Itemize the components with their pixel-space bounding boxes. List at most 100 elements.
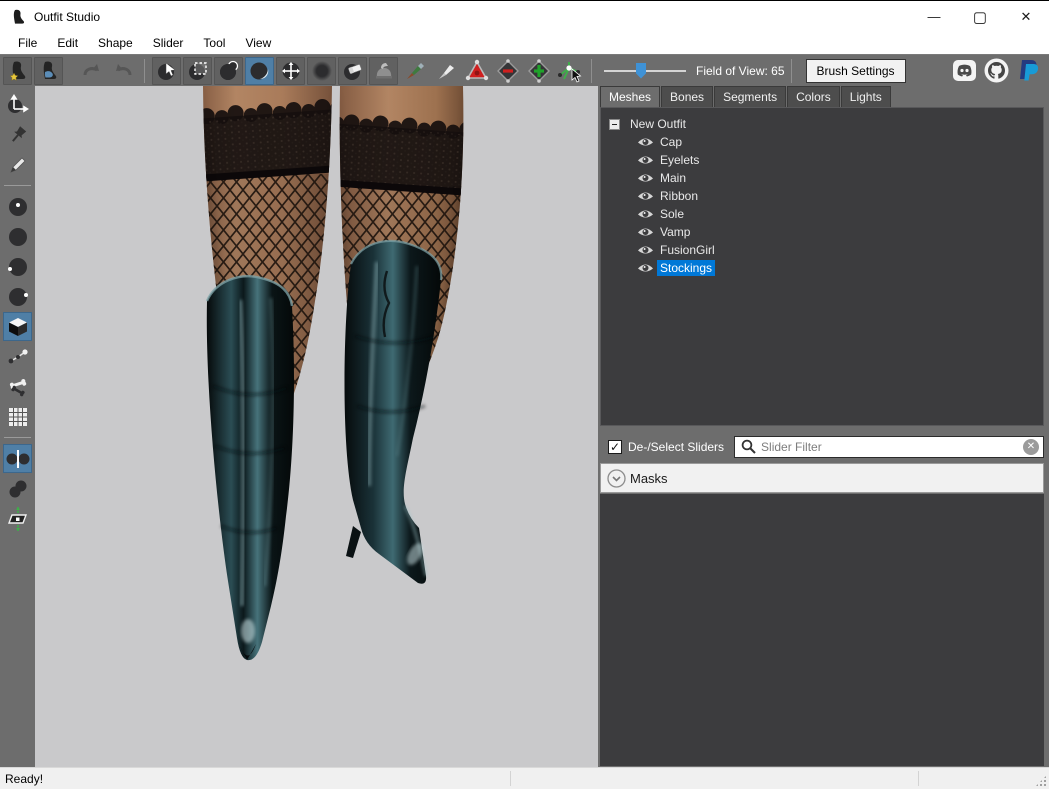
global-collision-plane-button[interactable] — [3, 504, 32, 533]
undiff-brush-button[interactable] — [338, 57, 367, 85]
move-brush-button[interactable] — [276, 57, 305, 85]
slider-thumb[interactable] — [636, 63, 646, 79]
vertex-edit-button[interactable] — [3, 342, 32, 371]
sphere-plain-button[interactable] — [3, 222, 32, 251]
selected-tree-item[interactable]: Stockings — [657, 260, 715, 276]
resize-grip-icon[interactable] — [1035, 775, 1047, 787]
menu-tool[interactable]: Tool — [193, 33, 235, 53]
color-brush-button[interactable] — [400, 57, 429, 85]
tree-item-eyelets[interactable]: Eyelets — [607, 151, 1037, 169]
transform-tool-button[interactable] — [3, 90, 32, 119]
tree-item-main[interactable]: Main — [607, 169, 1037, 187]
eye-icon[interactable] — [637, 262, 654, 274]
smooth-brush-button[interactable] — [307, 57, 336, 85]
clear-filter-button[interactable]: ✕ — [1023, 439, 1039, 455]
move-brush-icon — [280, 60, 302, 82]
collapse-icon[interactable] — [609, 119, 620, 130]
slider-filter-row: ✓ De-/Select Sliders ✕ — [600, 434, 1044, 459]
tab-bones[interactable]: Bones — [661, 86, 713, 107]
menu-shape[interactable]: Shape — [88, 33, 143, 53]
field-of-view-slider[interactable] — [604, 62, 686, 80]
connected-vertices-button[interactable] — [3, 474, 32, 503]
field-of-view-label: Field of View: 65 — [696, 64, 785, 78]
slider-filter-input[interactable] — [761, 440, 1023, 454]
eye-icon[interactable] — [637, 226, 654, 238]
eye-icon[interactable] — [637, 136, 654, 148]
menu-file[interactable]: File — [8, 33, 47, 53]
github-icon[interactable] — [984, 58, 1009, 83]
new-project-icon — [7, 60, 29, 82]
menu-edit[interactable]: Edit — [47, 33, 88, 53]
redo-button[interactable] — [108, 57, 137, 85]
close-button[interactable]: ✕ — [1003, 1, 1049, 32]
minimize-button[interactable]: — — [911, 1, 957, 32]
tree-root-row[interactable]: New Outfit — [607, 115, 1037, 133]
eye-icon[interactable] — [637, 154, 654, 166]
mirror-icon — [5, 447, 31, 471]
menubar: File Edit Shape Slider Tool View — [0, 32, 1049, 54]
discord-icon[interactable] — [952, 58, 977, 83]
paypal-icon[interactable] — [1016, 58, 1041, 83]
tab-segments[interactable]: Segments — [714, 86, 786, 107]
select-tool-button[interactable] — [152, 57, 181, 85]
tab-lights[interactable]: Lights — [841, 86, 891, 107]
chevron-down-icon[interactable] — [607, 469, 626, 488]
slider-filter-searchbox[interactable]: ✕ — [734, 436, 1044, 458]
meshes-tree[interactable]: New Outfit Cap Eyelets Main Ribbon Sole — [600, 107, 1044, 426]
inflate-brush-button[interactable] — [214, 57, 243, 85]
masks-section-header[interactable]: Masks — [600, 463, 1044, 493]
perspective-cube-button[interactable] — [3, 312, 32, 341]
outfit-studio-window: Outfit Studio — ▢ ✕ File Edit Shape Slid… — [0, 0, 1049, 789]
tree-root-label[interactable]: New Outfit — [627, 116, 689, 132]
tree-item-fusiongirl[interactable]: FusionGirl — [607, 241, 1037, 259]
tree-item-vamp[interactable]: Vamp — [607, 223, 1037, 241]
eye-icon[interactable] — [637, 190, 654, 202]
sliders-panel-empty — [600, 494, 1044, 766]
viewport-3d[interactable] — [35, 86, 598, 768]
eye-icon[interactable] — [637, 208, 654, 220]
deflate-brush-button[interactable] — [245, 57, 274, 85]
sphere-dot-center-button[interactable] — [3, 192, 32, 221]
tree-item-stockings[interactable]: Stockings — [607, 259, 1037, 277]
inflate-brush-icon — [218, 60, 240, 82]
pin-tool-button[interactable] — [3, 120, 32, 149]
sphere-dot-right-button[interactable] — [3, 282, 32, 311]
mirror-toggle-button[interactable] — [3, 444, 32, 473]
status-separator — [918, 771, 919, 786]
new-project-button[interactable] — [3, 57, 32, 85]
sphere-dot-left-button[interactable] — [3, 252, 32, 281]
grid-toggle-button[interactable] — [3, 402, 32, 431]
statusbar: Ready! — [0, 767, 1049, 789]
collapse-vertex-tool-button[interactable] — [493, 57, 522, 85]
brush-settings-button[interactable]: Brush Settings — [806, 59, 906, 83]
tree-item-sole[interactable]: Sole — [607, 205, 1037, 223]
masks-label: Masks — [630, 471, 668, 486]
eye-icon[interactable] — [637, 172, 654, 184]
move-vertex-tool-button[interactable] — [555, 57, 584, 85]
tab-colors[interactable]: Colors — [787, 86, 840, 107]
menu-view[interactable]: View — [235, 33, 281, 53]
status-message: Ready! — [0, 772, 43, 786]
menu-slider[interactable]: Slider — [143, 33, 194, 53]
smooth-brush-icon — [311, 60, 333, 82]
weight-brush-button[interactable] — [369, 57, 398, 85]
alpha-brush-button[interactable] — [431, 57, 460, 85]
tree-item-ribbon[interactable]: Ribbon — [607, 187, 1037, 205]
bones-toggle-button[interactable] — [3, 372, 32, 401]
alpha-brush-icon — [435, 60, 457, 82]
select-tool-icon — [156, 60, 178, 82]
eye-icon[interactable] — [637, 244, 654, 256]
mask-brush-button[interactable] — [183, 57, 212, 85]
deselect-sliders-checkbox[interactable]: ✓ — [608, 440, 622, 454]
undo-button[interactable] — [77, 57, 106, 85]
pen-tool-button[interactable] — [3, 150, 32, 179]
flip-edge-tool-button[interactable] — [462, 57, 491, 85]
flip-edge-icon — [465, 59, 489, 83]
tab-meshes[interactable]: Meshes — [600, 86, 660, 107]
load-project-button[interactable] — [34, 57, 63, 85]
maximize-button[interactable]: ▢ — [957, 1, 1003, 32]
tree-item-cap[interactable]: Cap — [607, 133, 1037, 151]
mask-brush-icon — [187, 60, 209, 82]
split-edge-tool-button[interactable] — [524, 57, 553, 85]
redo-icon — [112, 60, 134, 82]
